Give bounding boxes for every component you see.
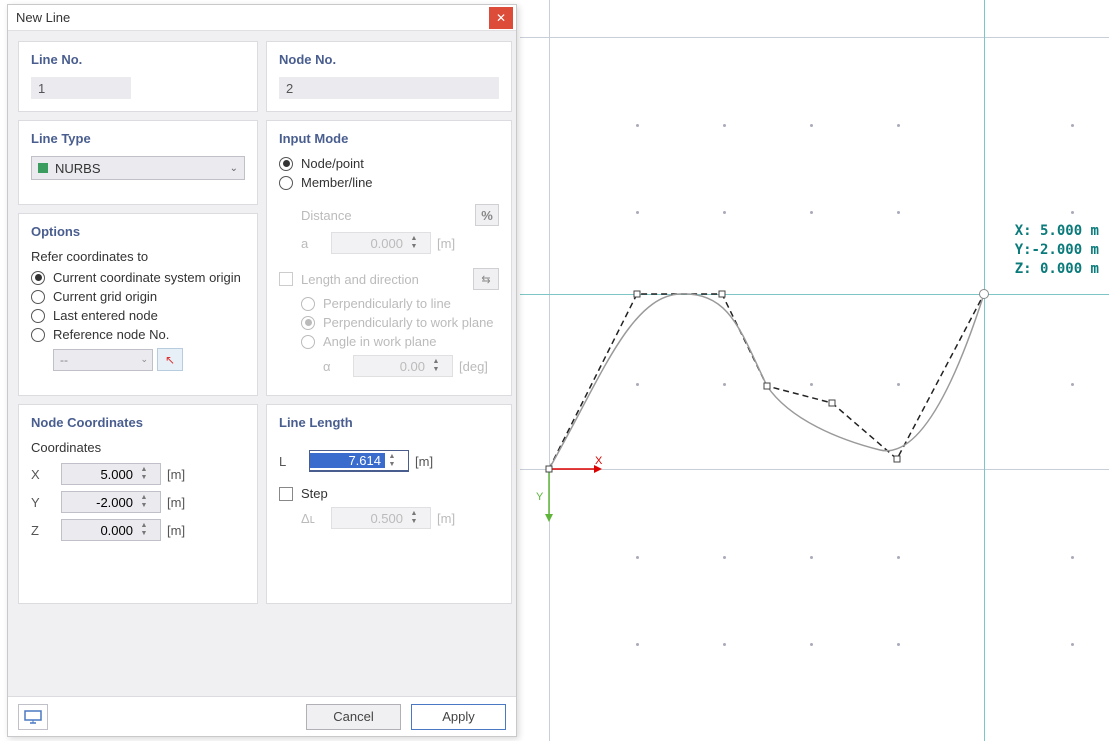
line-type-header: Line Type bbox=[31, 131, 245, 146]
panel-line-no: Line No. bbox=[18, 41, 258, 112]
line-length-header: Line Length bbox=[279, 415, 499, 430]
dialog-title: New Line bbox=[16, 10, 70, 25]
panel-node-no: Node No. bbox=[266, 41, 512, 112]
step-label: Step bbox=[301, 486, 328, 501]
input-mode-member-line[interactable]: Member/line bbox=[279, 175, 499, 190]
view-toggle-button[interactable] bbox=[18, 704, 48, 730]
node-no-header: Node No. bbox=[279, 52, 499, 67]
node-no-field[interactable] bbox=[279, 77, 499, 99]
svg-text:X: X bbox=[595, 455, 603, 467]
input-mode-node-point[interactable]: Node/point bbox=[279, 156, 499, 171]
coord-y-spinner[interactable]: ▲▼ bbox=[61, 491, 161, 513]
perp-workplane-radio: Perpendicularly to work plane bbox=[301, 315, 499, 330]
panel-input-mode: Input Mode Node/point Member/line Distan… bbox=[266, 120, 512, 396]
line-type-swatch-icon bbox=[38, 163, 48, 173]
perp-line-radio: Perpendicularly to line bbox=[301, 296, 499, 311]
coord-x-unit: [m] bbox=[167, 467, 185, 482]
alpha-spinner: ▲▼ bbox=[353, 355, 453, 377]
percent-toggle-button[interactable]: % bbox=[475, 204, 499, 226]
alpha-unit: [deg] bbox=[459, 359, 488, 374]
cursor-new-node-icon bbox=[979, 289, 989, 299]
radio-icon bbox=[31, 328, 45, 342]
alpha-label: α bbox=[323, 359, 353, 374]
readout-y: Y:-2.000 m bbox=[1015, 241, 1099, 260]
angle-workplane-radio: Angle in work plane bbox=[301, 334, 499, 349]
delta-l-unit: [m] bbox=[437, 511, 455, 526]
pick-cursor-icon: ↖ bbox=[165, 353, 175, 367]
chevron-down-icon: ⌄ bbox=[140, 354, 148, 365]
monitor-icon bbox=[24, 710, 42, 724]
coord-x-spinner[interactable]: ▲▼ bbox=[61, 463, 161, 485]
length-direction-checkbox bbox=[279, 272, 293, 286]
new-line-dialog: New Line ✕ Line No. Node No. Line Type N… bbox=[7, 4, 517, 737]
readout-z: Z: 0.000 m bbox=[1015, 260, 1099, 279]
line-type-select[interactable]: NURBS ⌄ bbox=[31, 156, 245, 180]
gridline-h bbox=[520, 37, 1109, 38]
refer-last-node[interactable]: Last entered node bbox=[31, 308, 245, 323]
dialog-footer: Cancel Apply bbox=[8, 696, 516, 736]
close-icon: ✕ bbox=[496, 11, 506, 25]
options-header: Options bbox=[31, 224, 245, 239]
delta-l-spinner: ▲▼ bbox=[331, 507, 431, 529]
pick-node-button[interactable]: ↖ bbox=[157, 348, 183, 371]
refer-reference-node[interactable]: Reference node No. bbox=[31, 327, 245, 342]
nurbs-preview: X Y bbox=[520, 0, 1109, 741]
apply-button[interactable]: Apply bbox=[411, 704, 506, 730]
radio-icon bbox=[301, 316, 315, 330]
radio-icon bbox=[31, 271, 45, 285]
chevron-down-icon: ⌄ bbox=[230, 163, 238, 174]
refer-grid-origin[interactable]: Current grid origin bbox=[31, 289, 245, 304]
coord-y-label: Y bbox=[31, 495, 61, 510]
a-spinner: ▲▼ bbox=[331, 232, 431, 254]
input-mode-header: Input Mode bbox=[279, 131, 499, 146]
a-unit: [m] bbox=[437, 236, 455, 251]
coord-y-unit: [m] bbox=[167, 495, 185, 510]
crosshair-vertical bbox=[984, 0, 985, 741]
node-coords-header: Node Coordinates bbox=[31, 415, 245, 430]
coord-z-label: Z bbox=[31, 523, 61, 538]
axis-x-origin bbox=[520, 469, 1109, 470]
line-type-value: NURBS bbox=[55, 161, 101, 176]
delta-l-label: Δʟ bbox=[301, 511, 331, 526]
close-button[interactable]: ✕ bbox=[489, 7, 513, 29]
radio-icon bbox=[301, 297, 315, 311]
coords-label: Coordinates bbox=[31, 440, 245, 455]
distance-label: Distance bbox=[301, 208, 352, 223]
reference-node-select[interactable]: -- ⌄ bbox=[53, 349, 153, 371]
panel-options: Options Refer coordinates to Current coo… bbox=[18, 213, 258, 396]
cancel-button[interactable]: Cancel bbox=[306, 704, 401, 730]
a-label: a bbox=[301, 236, 331, 251]
radio-icon bbox=[31, 290, 45, 304]
crosshair-horizontal bbox=[520, 294, 1109, 295]
length-l-label: L bbox=[279, 454, 309, 469]
svg-text:Y: Y bbox=[536, 491, 544, 503]
refer-label: Refer coordinates to bbox=[31, 249, 245, 264]
coord-z-spinner[interactable]: ▲▼ bbox=[61, 519, 161, 541]
length-direction-label: Length and direction bbox=[301, 272, 419, 287]
direction-toggle-button[interactable]: ⇆ bbox=[473, 268, 499, 290]
titlebar[interactable]: New Line ✕ bbox=[8, 5, 516, 31]
panel-node-coordinates: Node Coordinates Coordinates X ▲▼ [m] Y … bbox=[18, 404, 258, 604]
axis-y-origin bbox=[549, 0, 550, 741]
radio-icon bbox=[301, 335, 315, 349]
radio-icon bbox=[279, 157, 293, 171]
length-l-spinner[interactable]: ▲▼ bbox=[309, 450, 409, 472]
readout-x: X: 5.000 m bbox=[1015, 222, 1099, 241]
panel-line-length: Line Length L ▲▼ [m] Step Δʟ ▲▼ [m] bbox=[266, 404, 512, 604]
workspace-canvas[interactable]: X Y X: 5.000 m Y:-2.000 m Z: 0.000 m bbox=[520, 0, 1109, 741]
line-no-field[interactable] bbox=[31, 77, 131, 99]
length-l-unit: [m] bbox=[415, 454, 433, 469]
coord-x-label: X bbox=[31, 467, 61, 482]
refer-cs-origin[interactable]: Current coordinate system origin bbox=[31, 270, 245, 285]
coordinate-readout: X: 5.000 m Y:-2.000 m Z: 0.000 m bbox=[1015, 222, 1099, 279]
radio-icon bbox=[31, 309, 45, 323]
panel-line-type: Line Type NURBS ⌄ bbox=[18, 120, 258, 205]
coord-z-unit: [m] bbox=[167, 523, 185, 538]
step-checkbox[interactable] bbox=[279, 487, 293, 501]
radio-icon bbox=[279, 176, 293, 190]
line-no-header: Line No. bbox=[31, 52, 245, 67]
